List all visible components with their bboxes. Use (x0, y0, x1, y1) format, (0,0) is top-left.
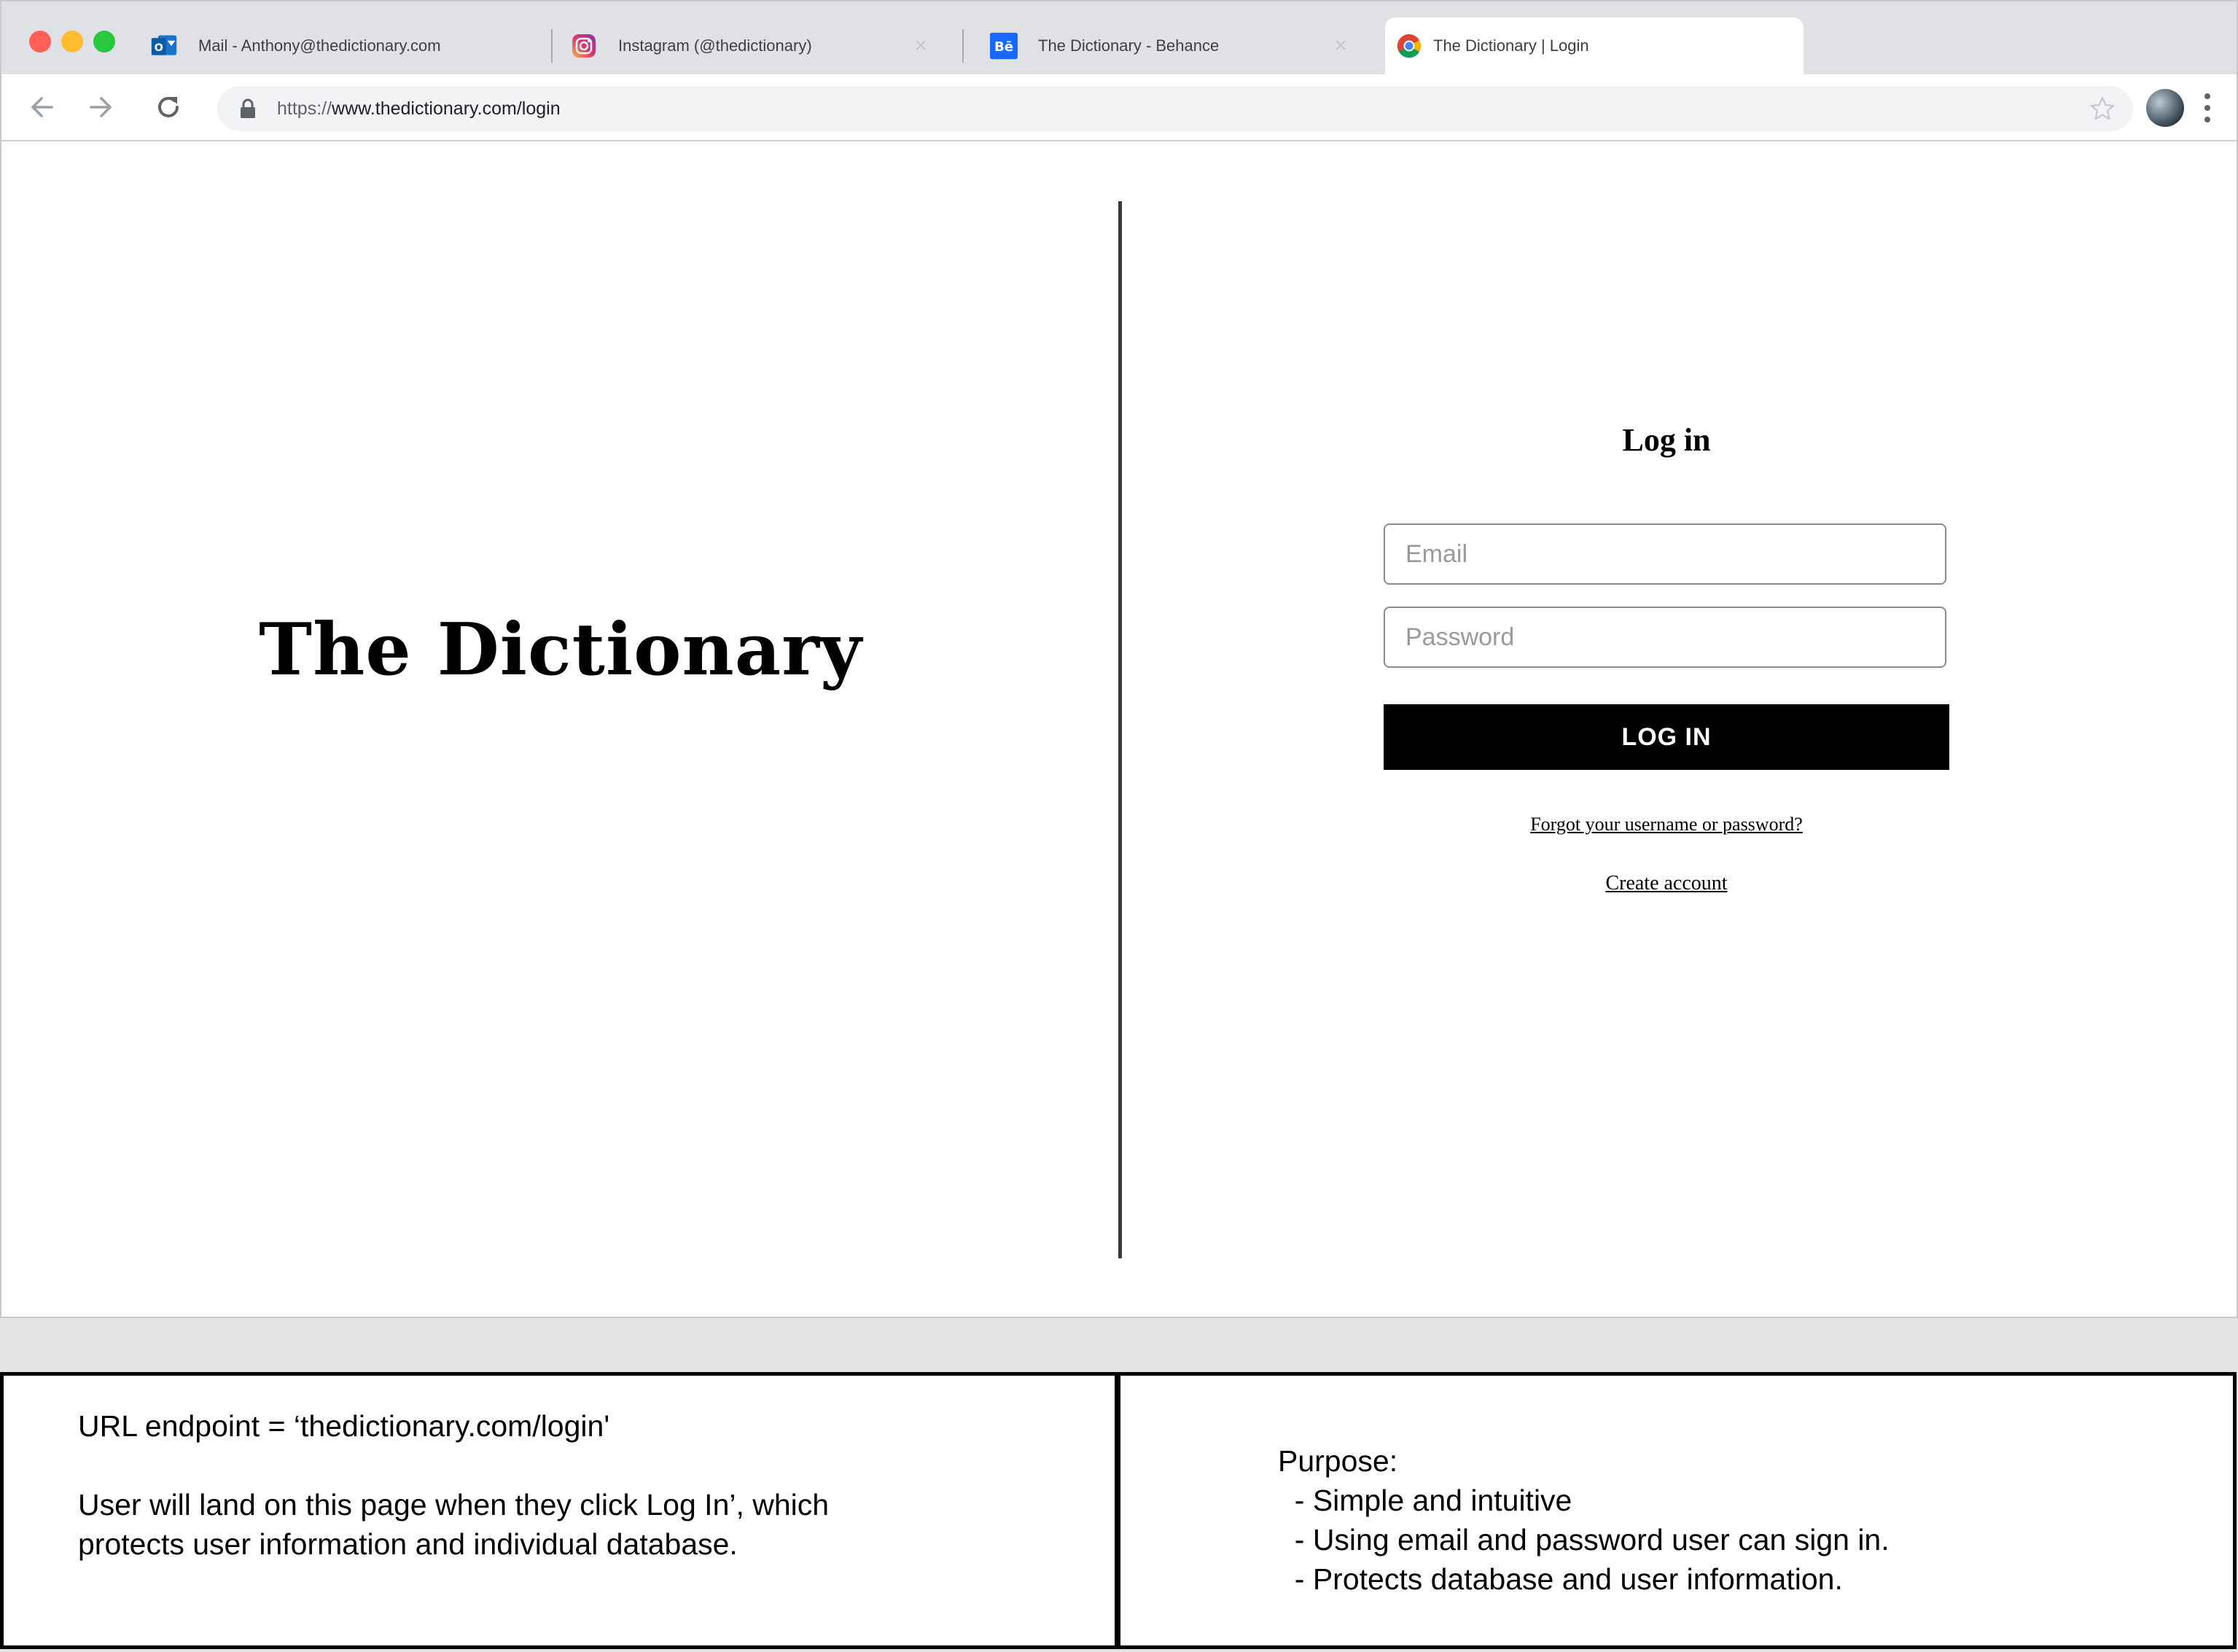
tab-mail[interactable]: O Mail - Anthony@thedictionary.com (150, 17, 544, 74)
tab-behance[interactable]: Bē The Dictionary - Behance × (990, 17, 1369, 74)
email-field[interactable] (1384, 523, 1946, 585)
tab-title: Instagram (@thedictionary) (618, 36, 812, 55)
close-window-button[interactable] (29, 31, 51, 52)
chrome-icon (1395, 32, 1423, 60)
note-description: User will land on this page when they cl… (78, 1488, 830, 1561)
svg-text:O: O (155, 42, 163, 54)
tab-separator (962, 29, 964, 63)
browser-window: O Mail - Anthony@thedictionary.com Insta… (0, 0, 2238, 1318)
instagram-icon (570, 32, 598, 60)
vertical-divider (1118, 201, 1122, 1258)
profile-avatar[interactable] (2146, 89, 2184, 127)
note-endpoint: URL endpoint = ‘thedictionary.com/login' (78, 1409, 610, 1443)
note-purpose-item: - Simple and intuitive (1278, 1484, 1572, 1517)
reload-button[interactable] (149, 87, 188, 127)
note-purpose-item: - Using email and password user can sign… (1278, 1523, 1890, 1556)
note-right-panel: Purpose: - Simple and intuitive - Using … (1117, 1372, 2237, 1649)
bookmark-star-icon[interactable] (2089, 96, 2116, 122)
close-tab-icon[interactable]: × (914, 34, 927, 58)
page-content: The Dictionary Log in LOG IN Forgot your… (1, 141, 2237, 1317)
minimize-window-button[interactable] (61, 31, 83, 52)
login-heading: Log in (1622, 422, 1711, 458)
address-bar[interactable]: https://www.thedictionary.com/login (217, 86, 2133, 131)
tab-separator (551, 29, 553, 63)
note-purpose-item: - Protects database and user information… (1278, 1562, 1843, 1596)
reload-icon (158, 96, 179, 117)
more-menu-icon[interactable] (2200, 90, 2215, 125)
forgot-password-link[interactable]: Forgot your username or password? (1384, 814, 1949, 835)
tab-title: The Dictionary - Behance (1038, 36, 1220, 55)
lock-icon (241, 98, 255, 118)
zoom-window-button[interactable] (93, 31, 115, 52)
note-purpose-heading: Purpose: (1278, 1444, 1398, 1478)
password-field[interactable] (1384, 607, 1946, 668)
tab-instagram[interactable]: Instagram (@thedictionary) × (570, 17, 949, 74)
back-button[interactable] (22, 87, 61, 127)
behance-icon: Bē (990, 32, 1018, 60)
note-left-panel: URL endpoint = ‘thedictionary.com/login'… (0, 1372, 1118, 1649)
tab-login-active[interactable]: The Dictionary | Login (1385, 17, 1804, 74)
create-account-link[interactable]: Create account (1384, 872, 1949, 895)
tab-strip: O Mail - Anthony@thedictionary.com Insta… (1, 1, 2237, 74)
url-text: https://www.thedictionary.com/login (277, 98, 561, 119)
arrow-right-icon (90, 97, 112, 117)
brand-logo: The Dictionary (259, 608, 862, 692)
close-tab-icon[interactable]: × (1334, 34, 1347, 58)
browser-toolbar: https://www.thedictionary.com/login (1, 74, 2237, 141)
login-button[interactable]: LOG IN (1384, 704, 1949, 770)
arrow-left-icon (31, 97, 53, 117)
tab-title: Mail - Anthony@thedictionary.com (198, 36, 441, 55)
svg-text:Bē: Bē (994, 39, 1013, 55)
forward-button[interactable] (82, 87, 121, 127)
outlook-icon: O (150, 32, 178, 60)
tab-title: The Dictionary | Login (1433, 36, 1589, 55)
